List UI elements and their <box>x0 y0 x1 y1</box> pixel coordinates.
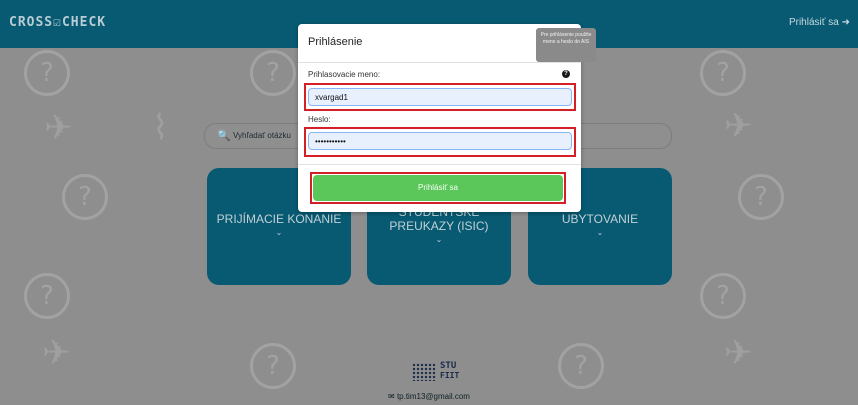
modal-title: Prihlásenie <box>308 36 363 48</box>
question-circle-icon[interactable]: ? <box>562 70 570 78</box>
paper-plane-icon: ✈ <box>724 333 753 373</box>
password-label: Heslo: <box>308 115 331 124</box>
question-icon: ? <box>250 343 296 389</box>
question-icon: ? <box>24 50 70 96</box>
question-icon: ? <box>24 273 70 319</box>
envelope-icon: ✉ <box>388 392 395 401</box>
modal-footer-divider <box>298 164 581 165</box>
logo-fiit-text: FIIT <box>440 371 460 380</box>
chevron-down-icon: ⌄ <box>275 228 283 237</box>
question-icon: ? <box>62 174 108 220</box>
login-submit-button[interactable]: Prihlásiť sa <box>313 175 563 201</box>
chevron-down-icon: ⌄ <box>435 235 443 244</box>
login-modal: Prihlásenie Pre prihlásenie použite meno… <box>298 24 596 212</box>
category-title: PRIJÍMACIE KONANIE <box>216 212 342 226</box>
category-title: UBYTOVANIE <box>561 212 639 226</box>
password-input[interactable]: ••••••••••• <box>308 132 572 150</box>
search-placeholder: Vyhľadať otázku <box>233 131 291 140</box>
contact-email[interactable]: ✉ tp.tim13@gmail.com <box>388 392 470 401</box>
help-tooltip: Pre prihlásenie použite meno a heslo do … <box>536 28 596 62</box>
question-icon: ? <box>558 343 604 389</box>
question-icon: ? <box>250 50 296 96</box>
username-label: Prihlasovacie meno: <box>308 70 381 79</box>
chevron-down-icon: ⌄ <box>596 228 604 237</box>
question-icon: ? <box>700 50 746 96</box>
paper-plane-icon: ✈ <box>44 108 73 148</box>
login-link[interactable]: Prihlásiť sa ➜ <box>789 17 850 28</box>
paperclip-icon: ⌇ <box>152 108 169 148</box>
question-icon: ? <box>738 174 784 220</box>
modal-header-divider <box>298 62 581 63</box>
paper-plane-icon: ✈ <box>42 333 71 373</box>
paper-plane-icon: ✈ <box>724 106 753 146</box>
site-logo[interactable]: CROSS☑CHECK <box>9 15 106 30</box>
username-input[interactable]: xvargad1 <box>308 88 572 106</box>
logo-stu-text: STU <box>440 361 457 371</box>
search-icon: 🔍 <box>217 130 231 142</box>
stu-fiit-logo: STU FIIT <box>412 361 472 383</box>
logo-dots <box>412 363 436 381</box>
question-icon: ? <box>700 273 746 319</box>
email-text: tp.tim13@gmail.com <box>396 392 470 401</box>
